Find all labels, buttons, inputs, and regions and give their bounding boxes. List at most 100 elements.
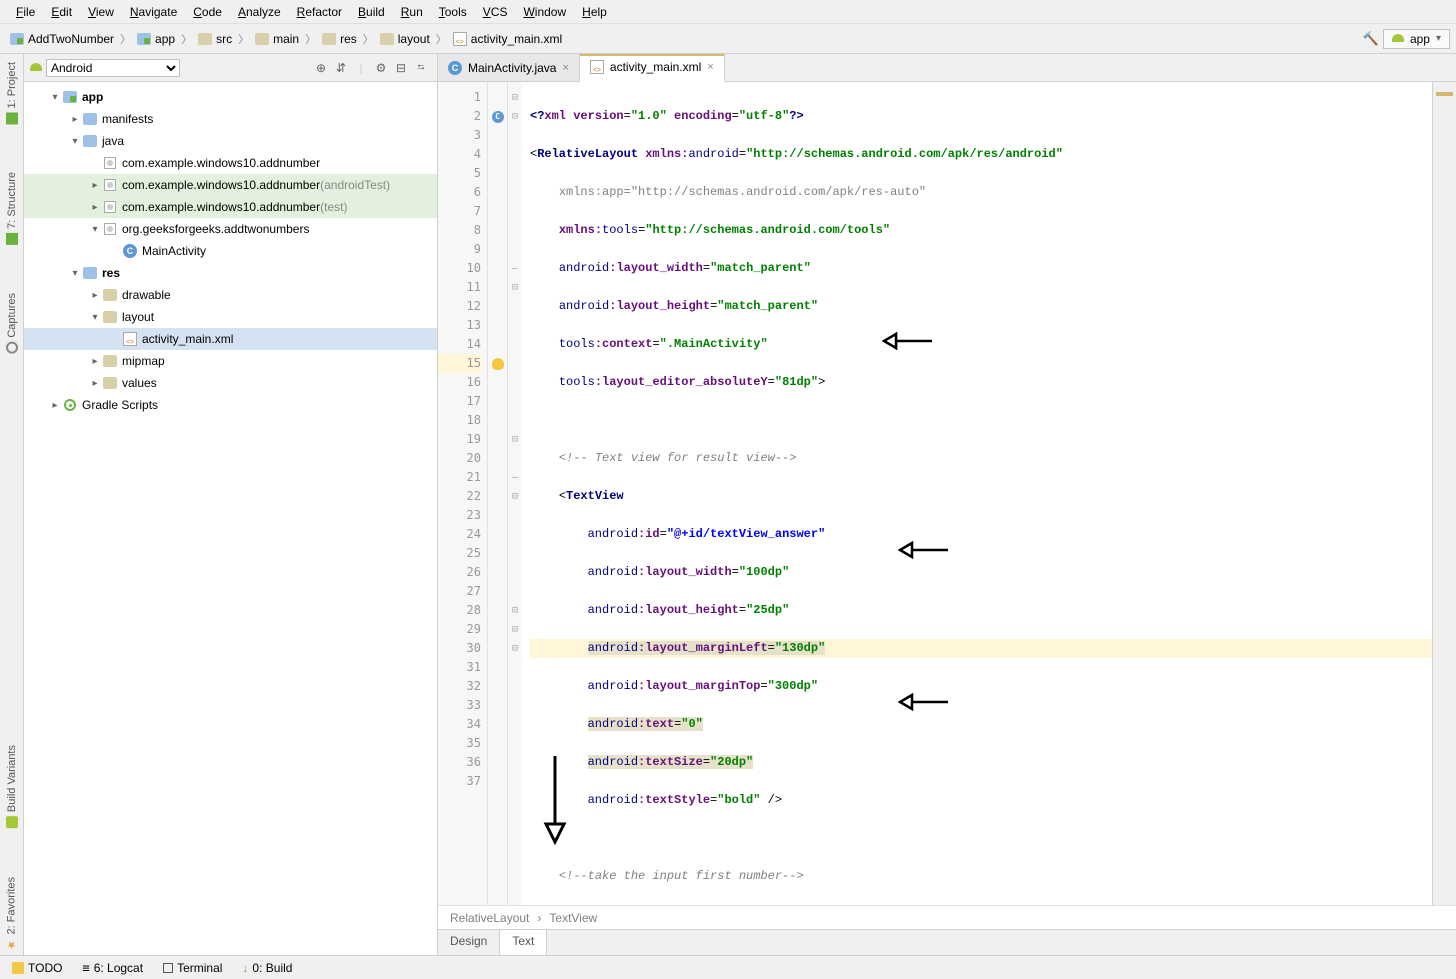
tree-node-gradle-scripts[interactable]: ▸Gradle Scripts <box>24 394 437 416</box>
class-marker-icon[interactable]: C <box>492 111 504 123</box>
menu-run[interactable]: Run <box>393 3 431 21</box>
menu-help[interactable]: Help <box>574 3 615 21</box>
crumb-app[interactable]: app <box>133 30 179 48</box>
tool-tab-captures[interactable]: Captures <box>4 289 20 358</box>
tool-tab-project[interactable]: 1: Project <box>4 58 20 128</box>
menu-window[interactable]: Window <box>515 3 574 21</box>
folder-icon <box>380 33 394 45</box>
fold-handle[interactable]: ⊟ <box>508 107 522 126</box>
expand-arrow-icon[interactable]: ▸ <box>88 378 102 389</box>
menu-edit[interactable]: Edit <box>43 3 80 21</box>
tree-node-activity-main-xml[interactable]: activity_main.xml <box>24 328 437 350</box>
fold-column[interactable]: ⊟⊟—⊟⊟—⊟⊟⊟⊟ <box>508 82 522 905</box>
crumb-res[interactable]: res <box>318 30 361 48</box>
project-tool-window: Android ⊕ ⇵ | ⚙ ⊟ ⮀ ▾app▸manifests▾javac… <box>24 54 438 955</box>
fold-handle[interactable]: ⊟ <box>508 487 522 506</box>
fold-handle <box>508 373 522 392</box>
fold-handle[interactable]: — <box>508 468 522 487</box>
menu-refactor[interactable]: Refactor <box>289 3 350 21</box>
crumb-layout[interactable]: layout <box>376 30 434 48</box>
tool-tab-structure[interactable]: 7: Structure <box>4 168 20 249</box>
project-view-selector[interactable]: Android <box>46 59 180 77</box>
tree-node-com-example-windows10-addnumber[interactable]: com.example.windows10.addnumber <box>24 152 437 174</box>
breadcrumb-node[interactable]: RelativeLayout <box>450 911 529 925</box>
gradle-icon <box>64 399 76 411</box>
fold-handle[interactable]: — <box>508 259 522 278</box>
menu-tools[interactable]: Tools <box>431 3 475 21</box>
hide-icon[interactable]: ⊟ <box>391 58 411 78</box>
close-icon[interactable]: × <box>707 61 713 73</box>
mode-tab-text[interactable]: Text <box>500 930 547 955</box>
fold-handle[interactable]: ⊟ <box>508 639 522 658</box>
close-icon[interactable]: × <box>562 62 568 74</box>
fold-handle[interactable]: ⊟ <box>508 601 522 620</box>
fold-handle[interactable]: ⊟ <box>508 278 522 297</box>
code-editor[interactable]: <?xml version="1.0" encoding="utf-8"?> <… <box>522 82 1432 905</box>
tree-node-app[interactable]: ▾app <box>24 86 437 108</box>
crumb-AddTwoNumber[interactable]: AddTwoNumber <box>6 30 118 48</box>
tree-node-drawable[interactable]: ▸drawable <box>24 284 437 306</box>
menu-analyze[interactable]: Analyze <box>230 3 289 21</box>
expand-arrow-icon[interactable]: ▸ <box>68 114 82 125</box>
xml-icon <box>453 32 467 46</box>
project-tree[interactable]: ▾app▸manifests▾javacom.example.windows10… <box>24 82 437 955</box>
status-item-build[interactable]: ↓0: Build <box>242 961 292 975</box>
scroll-from-source-icon[interactable]: ⊕ <box>311 58 331 78</box>
expand-arrow-icon[interactable]: ▾ <box>88 224 102 235</box>
editor-tab-MainActivity.java[interactable]: CMainActivity.java× <box>438 54 580 81</box>
lightbulb-icon[interactable] <box>492 358 504 370</box>
tool-tab-buildvariants[interactable]: Build Variants <box>4 741 20 832</box>
editor-mode-tabs: DesignText <box>438 929 1456 955</box>
tree-node-mipmap[interactable]: ▸mipmap <box>24 350 437 372</box>
expand-arrow-icon[interactable]: ▾ <box>48 92 62 103</box>
status-item-logcat[interactable]: ≡6: Logcat <box>82 961 143 975</box>
status-item-todo[interactable]: TODO <box>12 961 62 975</box>
gutter-icons: C <box>488 82 508 905</box>
tree-node-manifests[interactable]: ▸manifests <box>24 108 437 130</box>
tree-node-java[interactable]: ▾java <box>24 130 437 152</box>
expand-arrow-icon[interactable]: ▸ <box>88 202 102 213</box>
fold-handle <box>508 734 522 753</box>
tree-node-res[interactable]: ▾res <box>24 262 437 284</box>
app-folder-icon <box>10 33 24 45</box>
fold-handle[interactable]: ⊟ <box>508 88 522 107</box>
status-item-terminal[interactable]: Terminal <box>163 961 222 975</box>
element-breadcrumb[interactable]: RelativeLayout › TextView <box>438 905 1456 929</box>
menu-build[interactable]: Build <box>350 3 393 21</box>
expand-arrow-icon[interactable]: ▾ <box>88 312 102 323</box>
fold-handle[interactable]: ⊟ <box>508 430 522 449</box>
run-configuration-selector[interactable]: app ▾ <box>1383 29 1450 49</box>
expand-arrow-icon[interactable]: ▾ <box>68 268 82 279</box>
build-icon[interactable] <box>1363 31 1379 47</box>
tool-tab-favorites[interactable]: ★ 2: Favorites <box>3 873 20 955</box>
tree-node-layout[interactable]: ▾layout <box>24 306 437 328</box>
mode-tab-design[interactable]: Design <box>438 930 500 955</box>
tree-node-com-example-windows10-addnumber[interactable]: ▸com.example.windows10.addnumber (test) <box>24 196 437 218</box>
expand-arrow-icon[interactable]: ▸ <box>88 356 102 367</box>
menu-navigate[interactable]: Navigate <box>122 3 185 21</box>
collapse-icon[interactable]: ⇵ <box>331 58 351 78</box>
menu-code[interactable]: Code <box>185 3 230 21</box>
more-icon[interactable]: ⮀ <box>411 58 431 78</box>
crumb-src[interactable]: src <box>194 30 236 48</box>
tree-node-org-geeksforgeeks-addtwonumbers[interactable]: ▾org.geeksforgeeks.addtwonumbers <box>24 218 437 240</box>
tree-node-com-example-windows10-addnumber[interactable]: ▸com.example.windows10.addnumber (androi… <box>24 174 437 196</box>
fold-handle <box>508 145 522 164</box>
expand-arrow-icon[interactable]: ▸ <box>48 400 62 411</box>
menu-file[interactable]: File <box>8 3 43 21</box>
breadcrumb-node[interactable]: TextView <box>549 911 597 925</box>
gear-icon[interactable]: ⚙ <box>371 58 391 78</box>
expand-arrow-icon[interactable]: ▸ <box>88 290 102 301</box>
expand-arrow-icon[interactable]: ▾ <box>68 136 82 147</box>
tree-node-mainactivity[interactable]: CMainActivity <box>24 240 437 262</box>
fold-handle[interactable]: ⊟ <box>508 620 522 639</box>
line-number-gutter[interactable]: 1234567891011121314151617181920212223242… <box>438 82 488 905</box>
editor-tab-activity_main.xml[interactable]: activity_main.xml× <box>580 54 725 82</box>
expand-arrow-icon[interactable]: ▸ <box>88 180 102 191</box>
tree-node-values[interactable]: ▸values <box>24 372 437 394</box>
crumb-main[interactable]: main <box>251 30 303 48</box>
menu-vcs[interactable]: VCS <box>475 3 516 21</box>
crumb-activity_main.xml[interactable]: activity_main.xml <box>449 30 566 48</box>
class-icon: C <box>123 244 137 258</box>
menu-view[interactable]: View <box>80 3 122 21</box>
